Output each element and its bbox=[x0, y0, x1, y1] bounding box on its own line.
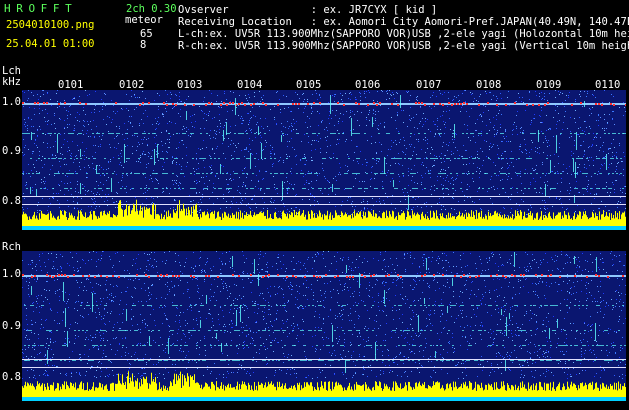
lch-ref-line bbox=[22, 204, 626, 205]
lch-level-base bbox=[22, 226, 626, 230]
rch-echo-line bbox=[24, 305, 624, 306]
location-line: Receiving Location : ex. Aomori City Aom… bbox=[178, 16, 629, 28]
rch-y-tick: 0.9 bbox=[2, 320, 21, 332]
filename-label: 2504010100.png bbox=[6, 19, 95, 31]
rch-ref-line bbox=[22, 359, 626, 360]
lch-y-tick: 1.0 bbox=[2, 96, 21, 108]
rch-ref-line bbox=[22, 367, 626, 368]
rch-spectrogram-canvas bbox=[22, 251, 626, 401]
khz-unit: kHz bbox=[2, 76, 21, 88]
lch-spectrogram-canvas bbox=[22, 90, 626, 230]
lch-ref-line bbox=[22, 196, 626, 197]
rch-y-tick: 0.8 bbox=[2, 371, 21, 383]
rch-echo-line bbox=[24, 360, 624, 361]
lch-spectrogram bbox=[22, 90, 626, 230]
lch-echo-line bbox=[22, 133, 626, 134]
rch-echo-line bbox=[28, 330, 620, 331]
lch-echo-line bbox=[26, 188, 624, 189]
lch-y-tick: 0.9 bbox=[2, 145, 21, 157]
observer-line: Ovserver : ex. JR7CYX [ kid ] bbox=[178, 4, 438, 16]
lch-noise bbox=[22, 90, 626, 216]
mode-label: meteor bbox=[125, 14, 163, 26]
rch-echo-line bbox=[24, 345, 626, 346]
lch-echo-line bbox=[30, 158, 622, 159]
datetime-label: 25.04.01 01:00 bbox=[6, 38, 95, 50]
rch-spectrogram bbox=[22, 251, 626, 401]
rch-count: 8 bbox=[140, 39, 147, 51]
rch-label: Rch bbox=[2, 241, 21, 253]
lch-level-bars bbox=[22, 199, 626, 226]
brand-title: HROFFT bbox=[4, 2, 78, 15]
lch-carrier bbox=[22, 103, 626, 105]
rch-y-tick: 1.0 bbox=[2, 268, 21, 280]
lch-y-tick: 0.8 bbox=[2, 195, 21, 207]
rch-level-base bbox=[22, 397, 626, 401]
rch-level-bars bbox=[22, 371, 626, 397]
lch-setup-line: L-ch:ex. UV5R 113.900Mhz(SAPPORO VOR)USB… bbox=[178, 28, 629, 40]
rch-setup-line: R-ch:ex. UV5R 113.900Mhz(SAPPORO VOR)USB… bbox=[178, 40, 629, 52]
lch-echo-line bbox=[22, 173, 622, 174]
